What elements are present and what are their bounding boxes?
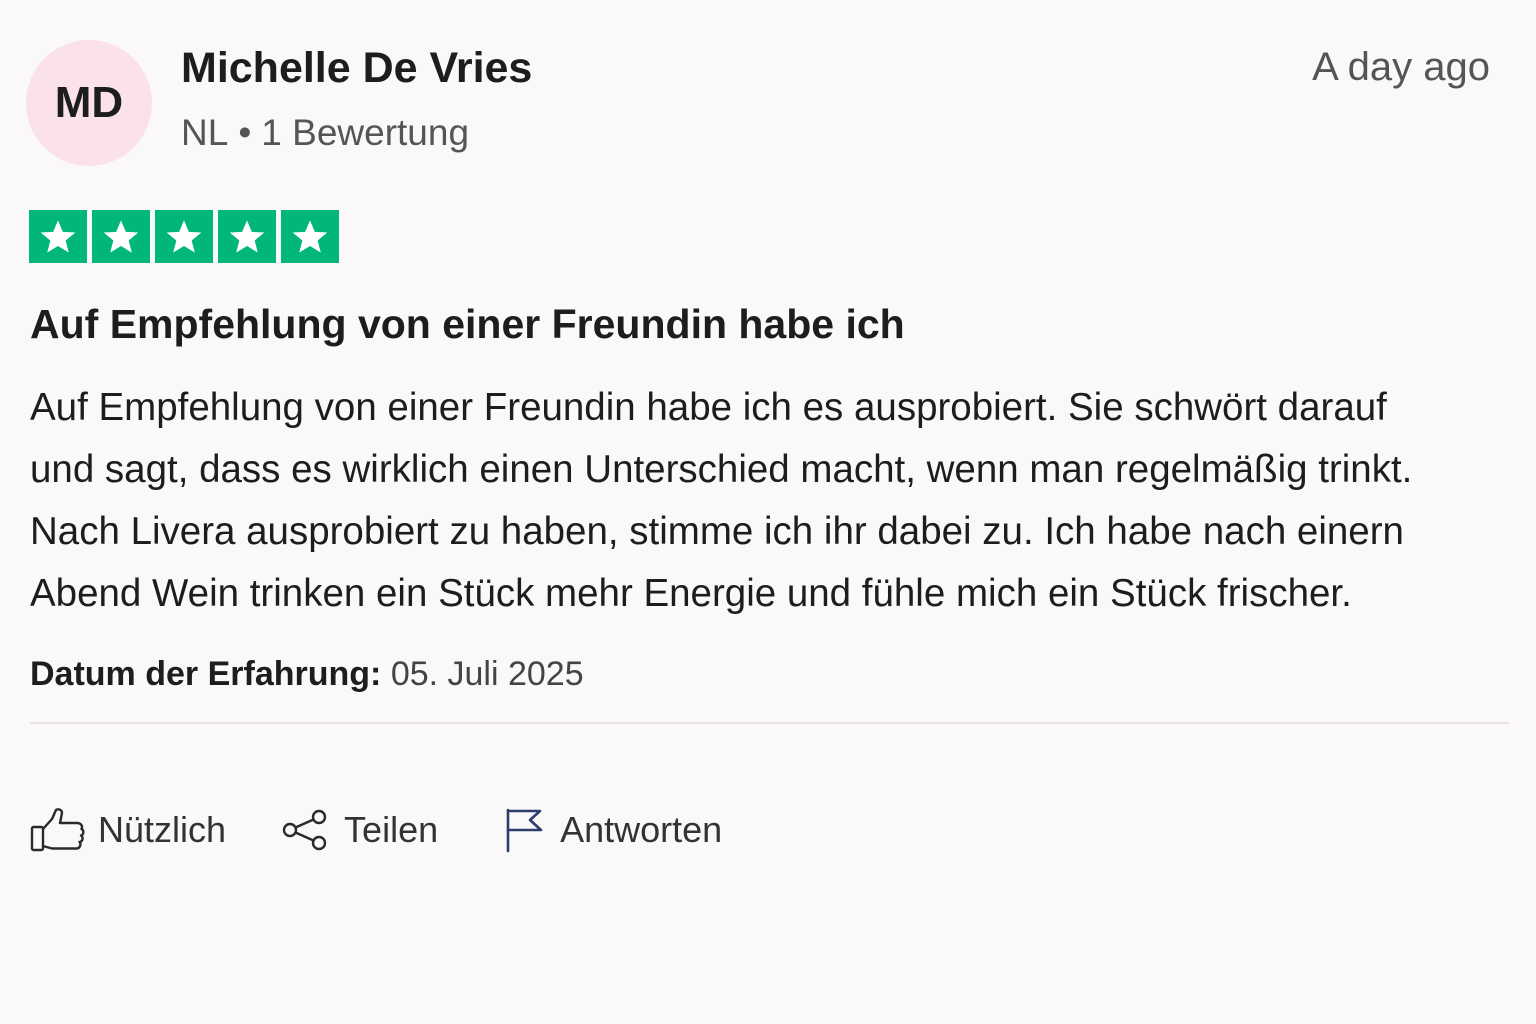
share-icon [280, 809, 330, 851]
meta-separator: • [238, 112, 252, 153]
reviewer-review-count[interactable]: 1 Bewertung [261, 112, 469, 153]
review-body-line: Nach Livera ausprobiert zu haben, stimme… [30, 510, 1404, 553]
experience-date-value: 05. Juli 2025 [390, 655, 584, 693]
star-rating [29, 210, 339, 263]
review-body-line: und sagt, dass es wirklich einen Untersc… [30, 448, 1413, 491]
star-icon [281, 210, 339, 263]
experience-date-label: Datum der Erfahrung: [30, 655, 382, 693]
star-icon [92, 210, 150, 263]
review-title: Auf Empfehlung von einer Freundin habe i… [30, 301, 905, 347]
thumbs-up-icon [30, 807, 86, 853]
reviewer-country: NL [181, 112, 229, 153]
star-icon [218, 210, 276, 263]
useful-button[interactable]: Nützlich [30, 807, 226, 853]
reply-label: Antworten [560, 809, 723, 850]
reply-button[interactable]: Antworten [504, 807, 722, 853]
review-timestamp: A day ago [1312, 45, 1490, 89]
review-body-line: Abend Wein trinken ein Stück mehr Energi… [30, 572, 1352, 615]
flag-icon [504, 807, 544, 853]
divider [30, 722, 1509, 724]
avatar[interactable]: MD [26, 40, 152, 166]
star-icon [155, 210, 213, 263]
share-label: Teilen [344, 809, 439, 850]
review-body-line: Auf Empfehlung von einer Freundin habe i… [30, 386, 1387, 429]
useful-label: Nützlich [98, 809, 227, 850]
share-button[interactable]: Teilen [280, 809, 438, 851]
review-actions: Nützlich Teilen Antworten [30, 800, 722, 860]
review-body: Auf Empfehlung von einer Freundin habe i… [30, 377, 1520, 625]
star-icon [29, 210, 87, 263]
experience-date: Datum der Erfahrung: 05. Juli 2025 [30, 655, 584, 694]
reviewer-name[interactable]: Michelle De Vries [181, 44, 532, 93]
reviewer-meta: NL • 1 Bewertung [181, 112, 469, 154]
review-card: MD Michelle De Vries NL • 1 Bewertung A da… [0, 0, 1536, 1024]
